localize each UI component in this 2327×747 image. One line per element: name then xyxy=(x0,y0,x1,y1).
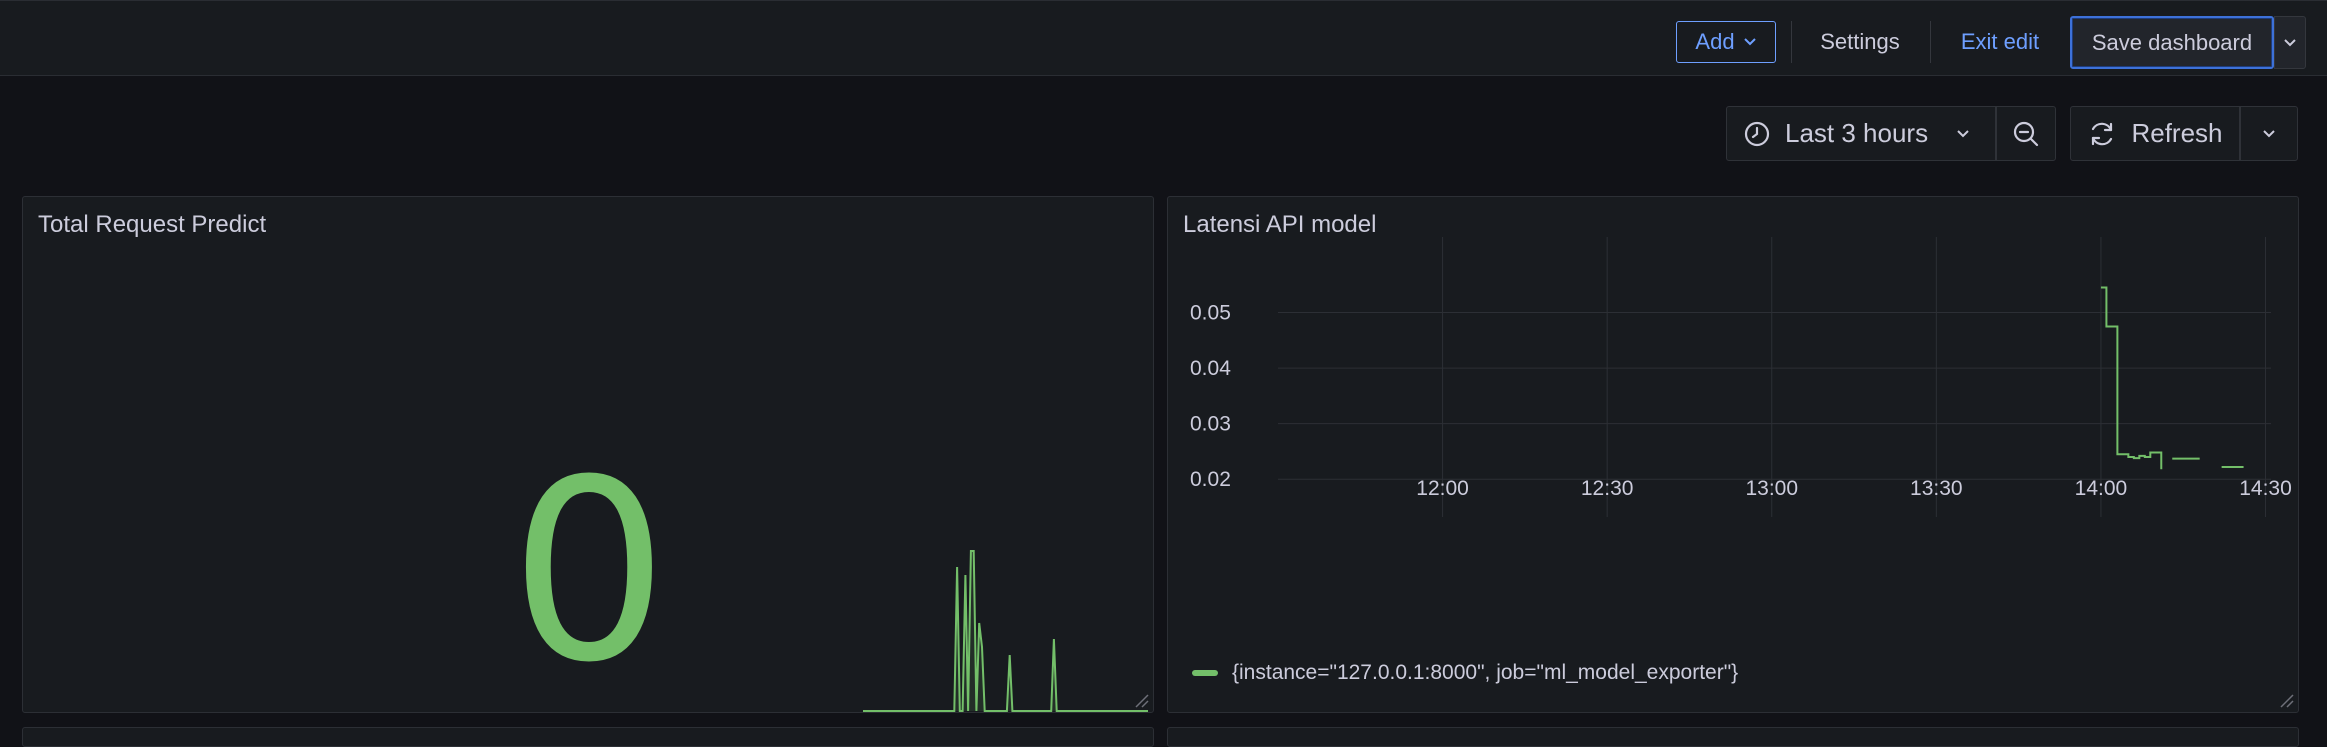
x-tick-label: 14:00 xyxy=(2075,477,2128,500)
refresh-interval-button[interactable] xyxy=(2240,106,2298,161)
time-range-label: Last 3 hours xyxy=(1785,118,1929,148)
panel-next-row[interactable] xyxy=(22,727,1154,747)
refresh-label: Refresh xyxy=(2131,118,2223,148)
settings-button[interactable]: Settings xyxy=(1800,21,1920,63)
refresh-icon xyxy=(2092,122,2113,145)
sparkline-area xyxy=(863,551,1148,711)
toolbar-divider xyxy=(1791,21,1792,63)
y-tick-label: 0.03 xyxy=(1190,413,1231,436)
save-dashboard-button[interactable]: Save dashboard xyxy=(2070,16,2274,69)
series-line xyxy=(2100,286,2163,470)
zoom-out-icon xyxy=(2013,121,2039,146)
panel-next-row[interactable] xyxy=(1167,727,2299,747)
chevron-down-icon xyxy=(1957,129,1969,137)
chevron-down-icon xyxy=(1743,38,1756,46)
chevron-down-icon xyxy=(2263,129,2275,137)
resize-handle-icon[interactable] xyxy=(1133,692,1149,708)
x-tick-label: 13:30 xyxy=(1910,477,1963,500)
stat-sparkline xyxy=(863,550,1148,712)
dashboard-toolbar: Add Settings Exit edit Save dashboard xyxy=(0,0,2327,76)
clock-icon xyxy=(1744,121,1770,146)
y-tick-label: 0.05 xyxy=(1190,302,1231,325)
refresh-button[interactable]: Refresh xyxy=(2070,106,2240,161)
x-tick-label: 14:30 xyxy=(2239,477,2292,500)
latency-chart: 0.02 0.03 0.04 0.05 12:00 12:30 13:00 13:30 14:0… xyxy=(1190,237,2292,517)
legend-swatch xyxy=(1192,670,1218,676)
x-tick-label: 12:00 xyxy=(1416,477,1469,500)
y-tick-label: 0.02 xyxy=(1190,468,1231,491)
resize-handle-icon[interactable] xyxy=(2278,692,2294,708)
add-button[interactable]: Add xyxy=(1676,21,1776,63)
chevron-down-icon xyxy=(2284,38,2296,46)
y-tick-label: 0.04 xyxy=(1190,357,1231,380)
stat-panel-total-request[interactable]: Total Request Predict 0 xyxy=(22,196,1154,713)
save-options-button[interactable] xyxy=(2274,16,2306,69)
zoom-out-button[interactable] xyxy=(1996,106,2056,161)
time-range-picker[interactable]: Last 3 hours xyxy=(1726,106,1996,161)
x-tick-label: 13:00 xyxy=(1745,477,1798,500)
legend-item[interactable]: {instance="127.0.0.1:8000", job="ml_mode… xyxy=(1192,661,1738,685)
add-label: Add xyxy=(1695,29,1735,54)
x-tick-label: 12:30 xyxy=(1581,477,1634,500)
sparkline-line xyxy=(863,550,1148,712)
toolbar-divider xyxy=(1930,21,1931,63)
exit-edit-button[interactable]: Exit edit xyxy=(1948,21,2052,63)
legend-label: {instance="127.0.0.1:8000", job="ml_mode… xyxy=(1232,661,1739,684)
timeseries-panel-latency[interactable]: Latensi API model 0.02 0.03 0.04 0.05 12:00 1… xyxy=(1167,196,2299,713)
